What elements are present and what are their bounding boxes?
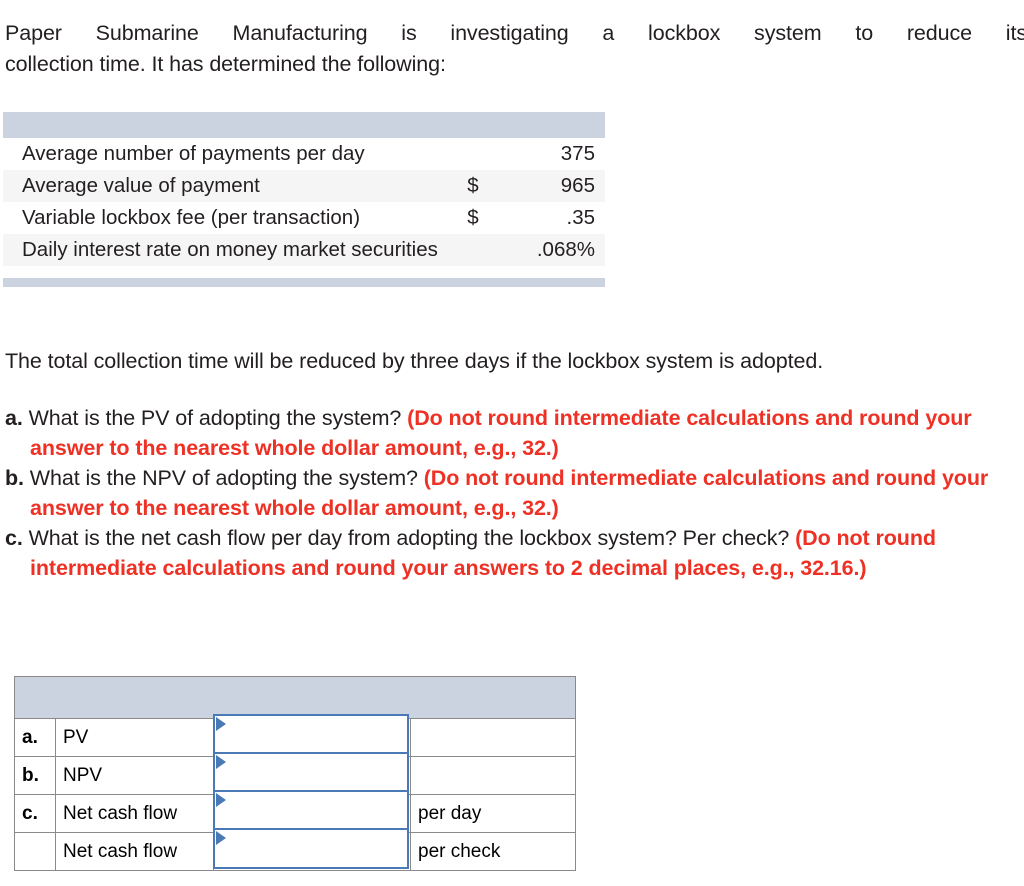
play-triangle-icon [216, 755, 226, 769]
question-text: What is the NPV of adopting the system? [29, 466, 424, 490]
table-row: Variable lockbox fee (per transaction) $… [3, 202, 605, 234]
question-letter: b. [5, 466, 24, 490]
assumption-value: .068% [505, 234, 605, 266]
assumptions-header-cell [3, 112, 605, 138]
answer-input-npv[interactable] [213, 752, 409, 793]
answer-input-cell-pv[interactable] [213, 714, 411, 757]
answer-row-label: Net cash flow [55, 832, 214, 871]
table-row: a. PV [14, 714, 576, 757]
table-row: Net cash flow per check [14, 828, 576, 871]
answer-input-cell-net-cash-flow-per-check[interactable] [213, 828, 411, 871]
answer-input-net-cash-flow-per-day[interactable] [213, 790, 409, 831]
table-row: c. Net cash flow per day [14, 790, 576, 833]
answer-input-pv[interactable] [213, 714, 409, 755]
collection-time-note: The total collection time will be reduce… [5, 349, 824, 373]
assumptions-table-header-bar [3, 112, 605, 138]
answer-row-letter: c. [14, 794, 56, 833]
table-row: b. NPV [14, 752, 576, 795]
table-row: Daily interest rate on money market secu… [3, 234, 605, 266]
assumption-currency [465, 234, 506, 266]
assumptions-table-gap [3, 266, 605, 278]
assumption-value: .35 [505, 202, 605, 234]
assumption-label: Variable lockbox fee (per transaction) [3, 202, 466, 234]
question-item-b: b. What is the NPV of adopting the syste… [5, 463, 1010, 523]
answer-input-cell-npv[interactable] [213, 752, 411, 795]
assumption-label: Average number of payments per day [3, 138, 466, 170]
table-row: Average number of payments per day 375 [3, 138, 605, 170]
question-letter: a. [5, 406, 23, 430]
play-triangle-icon [216, 793, 226, 807]
intro-line-2: collection time. It has determined the f… [5, 52, 446, 76]
answer-row-unit [410, 718, 576, 757]
question-item-c: c. What is the net cash flow per day fro… [5, 523, 1010, 583]
question-letter: c. [5, 526, 23, 550]
assumptions-table-footer-bar [3, 278, 605, 287]
question-text: What is the net cash flow per day from a… [28, 526, 796, 550]
table-row: Average value of payment $ 965 [3, 170, 605, 202]
question-text: What is the PV of adopting the system? [28, 406, 408, 430]
answer-row-unit: per check [410, 832, 576, 871]
answer-row-label: Net cash flow [55, 794, 214, 833]
assumption-currency [465, 138, 506, 170]
answer-input-net-cash-flow-per-check[interactable] [213, 828, 409, 869]
assumption-value: 965 [505, 170, 605, 202]
assumptions-footer-cell [3, 278, 605, 287]
assumption-currency: $ [465, 202, 506, 234]
answer-row-letter: b. [14, 756, 56, 795]
question-item-a: a. What is the PV of adopting the system… [5, 403, 1010, 463]
answer-row-label: PV [55, 718, 214, 757]
answer-table-header-row [14, 676, 576, 719]
assumption-currency: $ [465, 170, 506, 202]
answer-row-unit: per day [410, 794, 576, 833]
play-triangle-icon [216, 717, 226, 731]
answer-entry-table: a. PV b. NPV c. Net cash flow per day Ne… [14, 676, 576, 871]
assumptions-table: Average number of payments per day 375 A… [3, 112, 605, 287]
answer-row-letter: a. [14, 718, 56, 757]
problem-intro-paragraph: Paper Submarine Manufacturing is investi… [5, 18, 1024, 80]
assumption-label: Average value of payment [3, 170, 466, 202]
answer-row-label: NPV [55, 756, 214, 795]
intro-line-1: Paper Submarine Manufacturing is investi… [5, 21, 1024, 45]
answer-input-cell-net-cash-flow-per-day[interactable] [213, 790, 411, 833]
answer-row-letter [14, 832, 56, 871]
assumption-value: 375 [505, 138, 605, 170]
answer-row-unit [410, 756, 576, 795]
answer-table-header-cell [14, 676, 576, 719]
questions-list: a. What is the PV of adopting the system… [5, 403, 1010, 583]
assumption-label: Daily interest rate on money market secu… [3, 234, 466, 266]
play-triangle-icon [216, 831, 226, 845]
